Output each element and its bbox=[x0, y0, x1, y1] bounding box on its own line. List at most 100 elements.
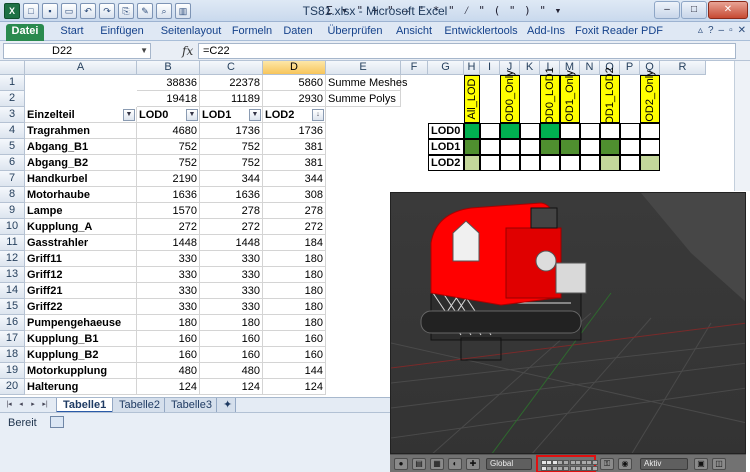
tab-add-ins[interactable]: Add-Ins bbox=[524, 24, 568, 41]
cell-e1[interactable]: Summe Meshes bbox=[326, 75, 407, 91]
cell-c1[interactable]: 22378 bbox=[200, 75, 263, 91]
matrix-header-lod0-only[interactable]: LOD0_Only bbox=[500, 70, 520, 128]
matrix-cell[interactable] bbox=[500, 155, 520, 171]
row-header-8[interactable]: 8 bbox=[0, 187, 25, 203]
save-icon[interactable]: ▪ bbox=[42, 3, 58, 19]
matrix-cell[interactable] bbox=[464, 139, 480, 155]
table-row-name[interactable]: Handkurbel bbox=[25, 171, 137, 187]
table-row-lod2[interactable]: 344 bbox=[263, 171, 326, 187]
ribbon-minimize-icon[interactable]: ▵ bbox=[698, 25, 703, 36]
table-row-lod1[interactable]: 124 bbox=[200, 379, 263, 395]
filter-dropdown-icon[interactable]: ▼ bbox=[186, 109, 198, 121]
table-row-lod2[interactable]: 381 bbox=[263, 139, 326, 155]
table-row-lod0[interactable]: 330 bbox=[137, 283, 200, 299]
row-header-3[interactable]: 3 bbox=[0, 107, 25, 123]
row-header-19[interactable]: 19 bbox=[0, 363, 25, 379]
matrix-cell[interactable] bbox=[560, 139, 580, 155]
matrix-cell[interactable] bbox=[500, 123, 520, 139]
table-row-name[interactable]: Griff21 bbox=[25, 283, 137, 299]
select-menu-icon[interactable]: ▦ bbox=[430, 458, 444, 470]
column-header-p[interactable]: P bbox=[620, 61, 640, 75]
row-header-11[interactable]: 11 bbox=[0, 235, 25, 251]
table-row-lod0[interactable]: 1448 bbox=[137, 235, 200, 251]
row-header-6[interactable]: 6 bbox=[0, 155, 25, 171]
table-row-name[interactable]: Halterung bbox=[25, 379, 137, 395]
matrix-cell[interactable] bbox=[560, 155, 580, 171]
tab-einfuegen[interactable]: Einfügen bbox=[96, 24, 148, 41]
sheet-tab-tabelle1[interactable]: Tabelle1 bbox=[56, 398, 114, 413]
row-header-1[interactable]: 1 bbox=[0, 75, 25, 91]
shading-icon[interactable]: ◐ bbox=[448, 458, 462, 470]
matrix-cell[interactable] bbox=[640, 123, 660, 139]
sheet-tab-tabelle3[interactable]: Tabelle3 bbox=[164, 398, 219, 413]
cell-d2[interactable]: 2930 bbox=[263, 91, 326, 107]
matrix-header-lod1-only[interactable]: LOD1_Only bbox=[560, 70, 580, 128]
matrix-row-lod2[interactable]: LOD2 bbox=[428, 155, 464, 171]
matrix-cell[interactable] bbox=[580, 123, 600, 139]
lock-icon[interactable]: ⚿ bbox=[600, 458, 614, 470]
row-header-14[interactable]: 14 bbox=[0, 283, 25, 299]
matrix-cell[interactable] bbox=[640, 155, 660, 171]
format-painter-icon[interactable]: ✎ bbox=[137, 3, 153, 19]
row-header-9[interactable]: 9 bbox=[0, 203, 25, 219]
table-row-lod0[interactable]: 272 bbox=[137, 219, 200, 235]
table-row-lod0[interactable]: 160 bbox=[137, 331, 200, 347]
matrix-header-lod1-lod2[interactable]: LOD1_LOD2 bbox=[600, 67, 620, 131]
tab-datei[interactable]: Datei bbox=[6, 24, 44, 41]
matrix-cell[interactable] bbox=[480, 155, 500, 171]
layer-toggle[interactable] bbox=[562, 460, 569, 465]
insert-function-icon[interactable]: fx bbox=[182, 44, 193, 58]
layer-toggle[interactable] bbox=[591, 466, 598, 471]
column-header-i[interactable]: I bbox=[480, 61, 500, 75]
row-header-7[interactable]: 7 bbox=[0, 171, 25, 187]
row-header-12[interactable]: 12 bbox=[0, 251, 25, 267]
column-header-a[interactable]: A bbox=[25, 61, 137, 75]
transform-orientation-select[interactable]: Global bbox=[486, 458, 532, 470]
table-row-lod2[interactable]: 180 bbox=[263, 267, 326, 283]
table-row-lod2[interactable]: 180 bbox=[263, 315, 326, 331]
matrix-cell[interactable] bbox=[600, 139, 620, 155]
table-row-lod0[interactable]: 752 bbox=[137, 139, 200, 155]
table-row-lod1[interactable]: 1448 bbox=[200, 235, 263, 251]
matrix-cell[interactable] bbox=[540, 123, 560, 139]
filter-dropdown-icon[interactable]: ▼ bbox=[123, 109, 135, 121]
workbook-minimize-icon[interactable]: – bbox=[719, 25, 725, 36]
matrix-cell[interactable] bbox=[520, 123, 540, 139]
column-header-f[interactable]: F bbox=[401, 61, 428, 75]
matrix-cell[interactable] bbox=[600, 123, 620, 139]
redo-icon[interactable]: ↷ bbox=[99, 3, 115, 19]
matrix-row-lod1[interactable]: LOD1 bbox=[428, 139, 464, 155]
undo-icon[interactable]: ↶ bbox=[80, 3, 96, 19]
table-header-b[interactable]: LOD0 ▼ bbox=[137, 107, 200, 123]
column-header-d[interactable]: D bbox=[263, 61, 326, 75]
matrix-cell[interactable] bbox=[480, 139, 500, 155]
first-sheet-icon[interactable]: |◂ bbox=[4, 400, 14, 410]
table-row-lod0[interactable]: 4680 bbox=[137, 123, 200, 139]
matrix-cell[interactable] bbox=[620, 123, 640, 139]
view-menu-icon[interactable]: ▤ bbox=[412, 458, 426, 470]
table-row-name[interactable]: Griff11 bbox=[25, 251, 137, 267]
table-row-name[interactable]: Kupplung_B1 bbox=[25, 331, 137, 347]
table-row-lod1[interactable]: 272 bbox=[200, 219, 263, 235]
row-header-13[interactable]: 13 bbox=[0, 267, 25, 283]
table-row-lod0[interactable]: 180 bbox=[137, 315, 200, 331]
table-header-a[interactable]: Einzelteil ▼ bbox=[25, 107, 137, 123]
table-row-name[interactable]: Tragrahmen bbox=[25, 123, 137, 139]
row-header-15[interactable]: 15 bbox=[0, 299, 25, 315]
layer-selector[interactable] bbox=[536, 455, 598, 472]
tab-ansicht[interactable]: Ansicht bbox=[392, 24, 436, 41]
3d-viewport[interactable] bbox=[390, 192, 746, 454]
close-button[interactable]: ✕ bbox=[708, 1, 748, 19]
maximize-button[interactable]: □ bbox=[681, 1, 707, 19]
chevron-down-icon[interactable]: ▼ bbox=[140, 44, 148, 58]
table-row-lod1[interactable]: 344 bbox=[200, 171, 263, 187]
sort-filter-icon[interactable]: ↓ bbox=[312, 109, 324, 121]
render-icon[interactable]: ▣ bbox=[694, 458, 708, 470]
matrix-cell[interactable] bbox=[520, 139, 540, 155]
table-row-lod1[interactable]: 330 bbox=[200, 283, 263, 299]
table-row-lod2[interactable]: 1736 bbox=[263, 123, 326, 139]
table-row-lod0[interactable]: 752 bbox=[137, 155, 200, 171]
table-header-c[interactable]: LOD1 ▼ bbox=[200, 107, 263, 123]
filter-dropdown-icon[interactable]: ▼ bbox=[249, 109, 261, 121]
table-row-lod1[interactable]: 1736 bbox=[200, 123, 263, 139]
